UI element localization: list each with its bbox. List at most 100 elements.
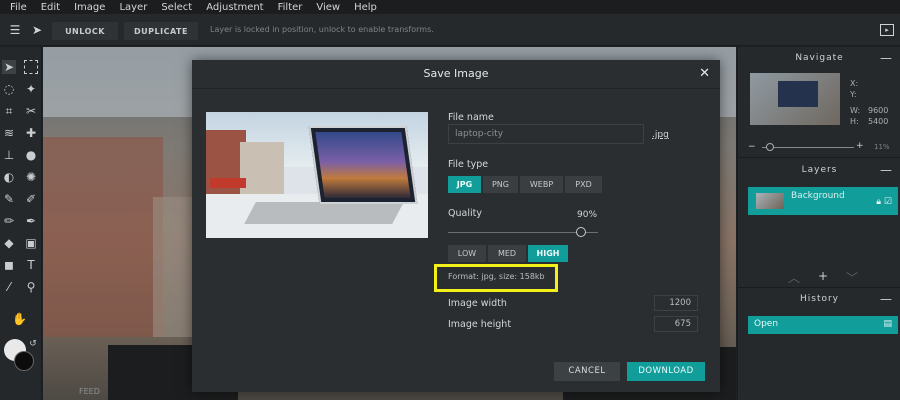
nav-height-value: 5400 — [868, 117, 889, 126]
nav-w-label: W: — [850, 106, 861, 115]
zoom-percent: 11% — [874, 143, 890, 151]
canvas-partial-label: FEED — [79, 387, 100, 396]
navigate-panel-header: Navigate — — [738, 49, 900, 67]
nav-h-label: H: — [850, 117, 859, 126]
gradient-icon[interactable]: ▣ — [24, 236, 38, 250]
menu-select[interactable]: Select — [161, 2, 192, 13]
duplicate-button[interactable]: DUPLICATE — [124, 22, 198, 40]
image-height-input[interactable]: 675 — [654, 316, 698, 332]
zoom-tool-icon[interactable]: ⚲ — [24, 280, 38, 294]
quality-slider-knob[interactable] — [576, 227, 586, 237]
clone-stamp-icon[interactable]: ⊥ — [2, 148, 16, 162]
history-item-label: Open — [754, 319, 779, 329]
sponge-icon[interactable]: ✺ — [24, 170, 38, 184]
magic-wand-icon[interactable]: ✦ — [24, 82, 38, 96]
unlock-button[interactable]: UNLOCK — [52, 22, 118, 40]
menu-adjustment[interactable]: Adjustment — [206, 2, 263, 13]
history-document-icon: ▤ — [883, 319, 892, 329]
image-preview — [206, 112, 428, 238]
swap-colors-icon[interactable]: ↺ — [26, 337, 40, 351]
nav-width-value: 9600 — [868, 106, 889, 115]
eyedropper-icon[interactable]: ⁄ — [2, 280, 16, 294]
collapse-layers-icon[interactable]: — — [880, 161, 893, 179]
menu-help[interactable]: Help — [354, 2, 377, 13]
close-icon[interactable]: ✕ — [699, 66, 710, 81]
collapse-navigate-icon[interactable]: — — [880, 49, 893, 67]
pencil-icon[interactable]: ✎ — [2, 192, 16, 206]
navigate-title: Navigate — [795, 53, 844, 63]
nav-x-label: X: — [850, 79, 859, 88]
layer-actions: ︿ + ﹀ — [788, 269, 858, 286]
zoom-slider-track[interactable] — [762, 147, 854, 148]
text-tool-icon[interactable]: T — [24, 258, 38, 272]
hand-tool-icon[interactable]: ✋ — [12, 312, 27, 326]
file-type-png-button[interactable]: PNG — [483, 176, 518, 193]
menu-filter[interactable]: Filter — [278, 2, 303, 13]
move-layer-up-icon[interactable]: ︿ — [788, 269, 800, 286]
quality-low-button[interactable]: LOW — [448, 245, 486, 262]
layers-panel-header: Layers — — [738, 161, 900, 179]
menu-edit[interactable]: Edit — [41, 2, 60, 13]
layer-lock-visibility-icons[interactable]: 🔒︎ ☑ — [876, 197, 892, 207]
layer-thumbnail — [756, 193, 784, 209]
liquify-icon[interactable]: ≋ — [2, 126, 16, 140]
quality-label: Quality — [448, 208, 482, 219]
cancel-button[interactable]: CANCEL — [554, 362, 620, 381]
layers-title: Layers — [801, 165, 838, 175]
right-panels: Navigate — X: Y: W: 9600 H: 5400 − + 11%… — [737, 47, 900, 400]
navigator-thumbnail[interactable] — [750, 73, 840, 125]
crop-tool-icon[interactable]: ⌗ — [2, 104, 16, 118]
bandage-icon[interactable]: ✚ — [24, 126, 38, 140]
file-name-input[interactable]: laptop-city — [448, 124, 644, 144]
nav-y-label: Y: — [850, 90, 857, 99]
layer-name: Background — [791, 191, 845, 201]
layer-row[interactable]: Background 🔒︎ ☑ — [748, 187, 898, 215]
collapse-panel-icon[interactable]: ▸ — [880, 24, 894, 36]
move-cursor-icon[interactable]: ➤ — [30, 23, 44, 37]
zoom-slider-knob[interactable] — [766, 143, 774, 151]
quality-high-button[interactable]: HIGH — [528, 245, 568, 262]
menu-bar: File Edit Image Layer Select Adjustment … — [0, 0, 900, 14]
file-type-webp-button[interactable]: WEBP — [520, 176, 563, 193]
blur-drop-icon[interactable]: ● — [24, 148, 38, 162]
collapse-history-icon[interactable]: — — [880, 290, 893, 308]
dodge-icon[interactable]: ◐ — [2, 170, 16, 184]
hamburger-menu-icon[interactable]: ☰ — [8, 23, 22, 37]
toolbar-status-message: Layer is locked in position, unlock to e… — [210, 25, 434, 34]
secondary-color-swatch[interactable] — [14, 351, 34, 371]
shape-tool-icon[interactable]: ◼ — [2, 258, 16, 272]
menu-view[interactable]: View — [316, 2, 340, 13]
canvas-building — [43, 137, 163, 337]
pen-icon[interactable]: ✒ — [24, 214, 38, 228]
menu-image[interactable]: Image — [74, 2, 105, 13]
history-title: History — [799, 294, 840, 304]
history-panel-header: History — — [738, 290, 900, 308]
file-type-jpg-button[interactable]: JPG — [448, 176, 481, 193]
eraser-icon[interactable]: ✏ — [2, 214, 16, 228]
format-size-info: Format: jpg, size: 158kb — [448, 272, 545, 281]
menu-file[interactable]: File — [10, 2, 27, 13]
add-layer-icon[interactable]: + — [818, 269, 828, 286]
image-width-input[interactable]: 1200 — [654, 295, 698, 311]
panel-divider — [738, 157, 900, 158]
file-name-label: File name — [448, 112, 494, 123]
zoom-control: − + 11% — [748, 141, 893, 152]
zoom-in-icon[interactable]: + — [856, 141, 864, 151]
history-item[interactable]: Open ▤ — [748, 316, 898, 334]
file-type-pxd-button[interactable]: PXD — [565, 176, 602, 193]
lasso-tool-icon[interactable]: ◌ — [2, 82, 16, 96]
panel-divider — [738, 287, 900, 288]
marquee-tool-icon[interactable] — [24, 60, 38, 74]
move-tool-icon[interactable]: ➤ — [2, 60, 16, 74]
zoom-out-icon[interactable]: − — [748, 142, 756, 152]
image-width-label: Image width — [448, 298, 507, 309]
download-button[interactable]: DOWNLOAD — [627, 362, 705, 381]
file-type-label: File type — [448, 159, 489, 170]
menu-layer[interactable]: Layer — [119, 2, 147, 13]
brush-icon[interactable]: ✐ — [24, 192, 38, 206]
quality-med-button[interactable]: MED — [488, 245, 526, 262]
paint-bucket-icon[interactable]: ◆ — [2, 236, 16, 250]
scissors-icon[interactable]: ✂ — [24, 104, 38, 118]
move-layer-down-icon[interactable]: ﹀ — [846, 269, 858, 286]
quality-value: 90% — [577, 210, 598, 220]
